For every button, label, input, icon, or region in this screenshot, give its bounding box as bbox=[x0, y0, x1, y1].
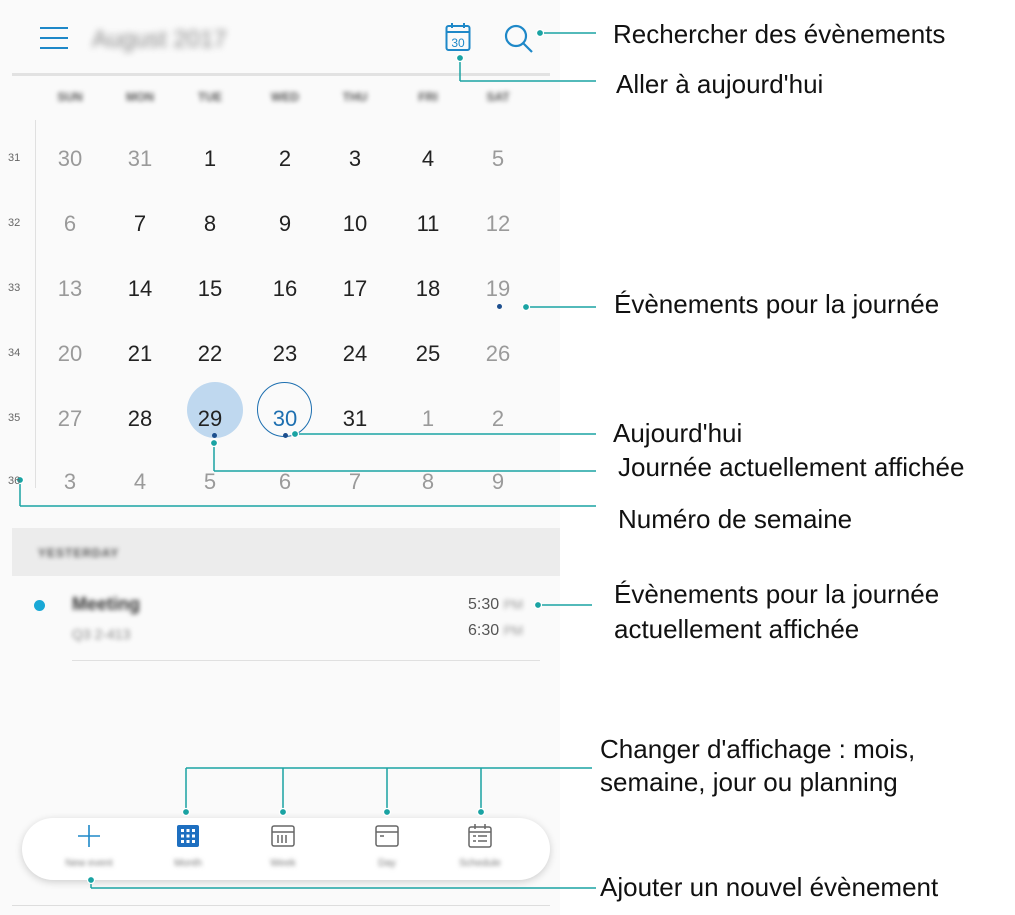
annotation-add-event: Ajouter un nouvel évènement bbox=[600, 872, 939, 902]
day-cell[interactable]: 18 bbox=[398, 274, 458, 304]
week-number: 32 bbox=[8, 217, 21, 229]
day-cell[interactable]: 5 bbox=[468, 144, 528, 174]
day-cell[interactable]: 29 bbox=[180, 404, 240, 434]
day-cell[interactable]: 12 bbox=[468, 209, 528, 239]
day-cell[interactable]: 7 bbox=[325, 467, 385, 497]
day-cell[interactable]: 31 bbox=[325, 404, 385, 434]
day-cell[interactable]: 30 bbox=[255, 404, 315, 434]
day-cell[interactable]: 26 bbox=[468, 339, 528, 369]
annotation-week-number: Numéro de semaine bbox=[618, 504, 853, 534]
annotation-events-displayed-1: Évènements pour la journée bbox=[614, 579, 940, 609]
day-cell[interactable]: 14 bbox=[110, 274, 170, 304]
day-cell[interactable]: 9 bbox=[468, 467, 528, 497]
day-cell[interactable]: 8 bbox=[398, 467, 458, 497]
annotation-search: Rechercher des évènements bbox=[613, 19, 946, 49]
annotation-today: Aller à aujourd'hui bbox=[616, 69, 824, 99]
week-number: 36 bbox=[8, 475, 21, 487]
day-cell[interactable]: 16 bbox=[255, 274, 315, 304]
day-cell[interactable]: 31 bbox=[110, 144, 170, 174]
day-cell[interactable]: 10 bbox=[325, 209, 385, 239]
day-cell[interactable]: 28 bbox=[110, 404, 170, 434]
day-cell[interactable]: 1 bbox=[180, 144, 240, 174]
week-number: 35 bbox=[8, 412, 21, 424]
day-cell[interactable]: 6 bbox=[255, 467, 315, 497]
day-cell[interactable]: 25 bbox=[398, 339, 458, 369]
day-cell[interactable]: 3 bbox=[325, 144, 385, 174]
day-cell[interactable]: 8 bbox=[180, 209, 240, 239]
day-cell[interactable]: 24 bbox=[325, 339, 385, 369]
day-cell[interactable]: 1 bbox=[398, 404, 458, 434]
week-number: 34 bbox=[8, 347, 21, 359]
day-cell[interactable]: 21 bbox=[110, 339, 170, 369]
annotation-displayed-day: Journée actuellement affichée bbox=[618, 452, 965, 482]
month-grid: 31 30 31 1 2 3 4 5 32 6 7 8 9 10 11 12 33 13 14 15 16 17 18 19 3… bbox=[0, 120, 560, 510]
annotation-change-view-1: Changer d'affichage : mois, bbox=[600, 734, 916, 764]
day-cell[interactable]: 4 bbox=[398, 144, 458, 174]
week-number-divider bbox=[35, 120, 36, 488]
day-cell[interactable]: 11 bbox=[398, 209, 458, 239]
day-cell[interactable]: 2 bbox=[255, 144, 315, 174]
week-number: 31 bbox=[8, 152, 21, 164]
week-number: 33 bbox=[8, 282, 21, 294]
day-cell[interactable]: 7 bbox=[110, 209, 170, 239]
day-cell[interactable]: 22 bbox=[180, 339, 240, 369]
day-cell[interactable]: 4 bbox=[110, 467, 170, 497]
annotation-aujourdhui: Aujourd'hui bbox=[613, 418, 743, 448]
day-cell[interactable]: 17 bbox=[325, 274, 385, 304]
day-cell[interactable]: 13 bbox=[40, 274, 100, 304]
day-cell[interactable]: 6 bbox=[40, 209, 100, 239]
day-cell[interactable]: 15 bbox=[180, 274, 240, 304]
annotation-change-view-2: semaine, jour ou planning bbox=[600, 767, 898, 797]
day-cell[interactable]: 19 bbox=[468, 274, 528, 304]
day-cell[interactable]: 23 bbox=[255, 339, 315, 369]
annotation-events-displayed-2: actuellement affichée bbox=[614, 614, 860, 644]
day-cell[interactable]: 9 bbox=[255, 209, 315, 239]
day-cell[interactable]: 3 bbox=[40, 467, 100, 497]
day-cell[interactable]: 20 bbox=[40, 339, 100, 369]
day-cell[interactable]: 5 bbox=[180, 467, 240, 497]
annotation-events-day: Évènements pour la journée bbox=[614, 289, 940, 319]
day-cell[interactable]: 30 bbox=[40, 144, 100, 174]
day-cell[interactable]: 2 bbox=[468, 404, 528, 434]
day-cell[interactable]: 27 bbox=[40, 404, 100, 434]
